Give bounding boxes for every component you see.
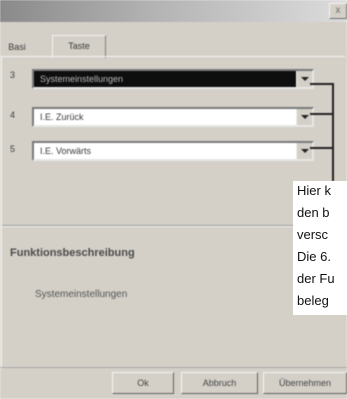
button-5-function-select[interactable]: I.E. Vorwärts [32, 141, 314, 161]
apply-button-label: Übernehmen [278, 378, 332, 388]
ok-button[interactable]: Ok [112, 372, 174, 394]
tab-buttons[interactable]: Taste [52, 35, 106, 58]
button-3-function-select[interactable]: Systemeinstellungen [32, 69, 314, 89]
note-line: beleg [297, 293, 329, 308]
callout-line-row-4 [310, 113, 334, 115]
annotation-note: Hier k den b versc Die 6. der Fu beleg [293, 181, 347, 315]
note-line: der Fu [297, 271, 335, 286]
note-line: versc [297, 227, 329, 242]
close-button[interactable]: x [329, 3, 347, 19]
callout-line-vertical [332, 83, 334, 181]
button-4-function-value: I.E. Zurück [40, 112, 84, 122]
callout-line-row-5 [310, 147, 334, 149]
button-5-function-value: I.E. Vorwärts [40, 146, 92, 156]
title-bar: x [0, 0, 347, 22]
cancel-button-label: Abbruch [202, 378, 237, 388]
function-description-value: Systemeinstellungen [35, 289, 128, 300]
button-number-4: 4 [10, 110, 16, 120]
tab-buttons-label: Taste [68, 41, 90, 51]
button-number-5: 5 [10, 144, 16, 154]
chevron-down-icon[interactable] [296, 109, 312, 125]
apply-button[interactable]: Übernehmen [263, 372, 347, 394]
close-icon: x [335, 5, 341, 16]
tab-basic[interactable]: Basi [6, 38, 28, 56]
note-line: den b [297, 205, 330, 220]
divider [2, 225, 294, 227]
tab-basic-label: Basi [8, 42, 26, 52]
ok-button-label: Ok [137, 378, 149, 388]
chevron-down-icon[interactable] [296, 143, 312, 159]
button-3-function-value: Systemeinstellungen [40, 74, 124, 84]
footer-divider [0, 367, 347, 368]
note-line: Die 6. [297, 249, 331, 264]
function-description-title: Funktionsbeschreibung [10, 247, 135, 259]
button-number-3: 3 [10, 70, 16, 80]
cancel-button[interactable]: Abbruch [181, 372, 258, 394]
callout-line-row-3 [310, 83, 334, 85]
note-line: Hier k [297, 183, 331, 198]
button-4-function-select[interactable]: I.E. Zurück [32, 107, 314, 127]
